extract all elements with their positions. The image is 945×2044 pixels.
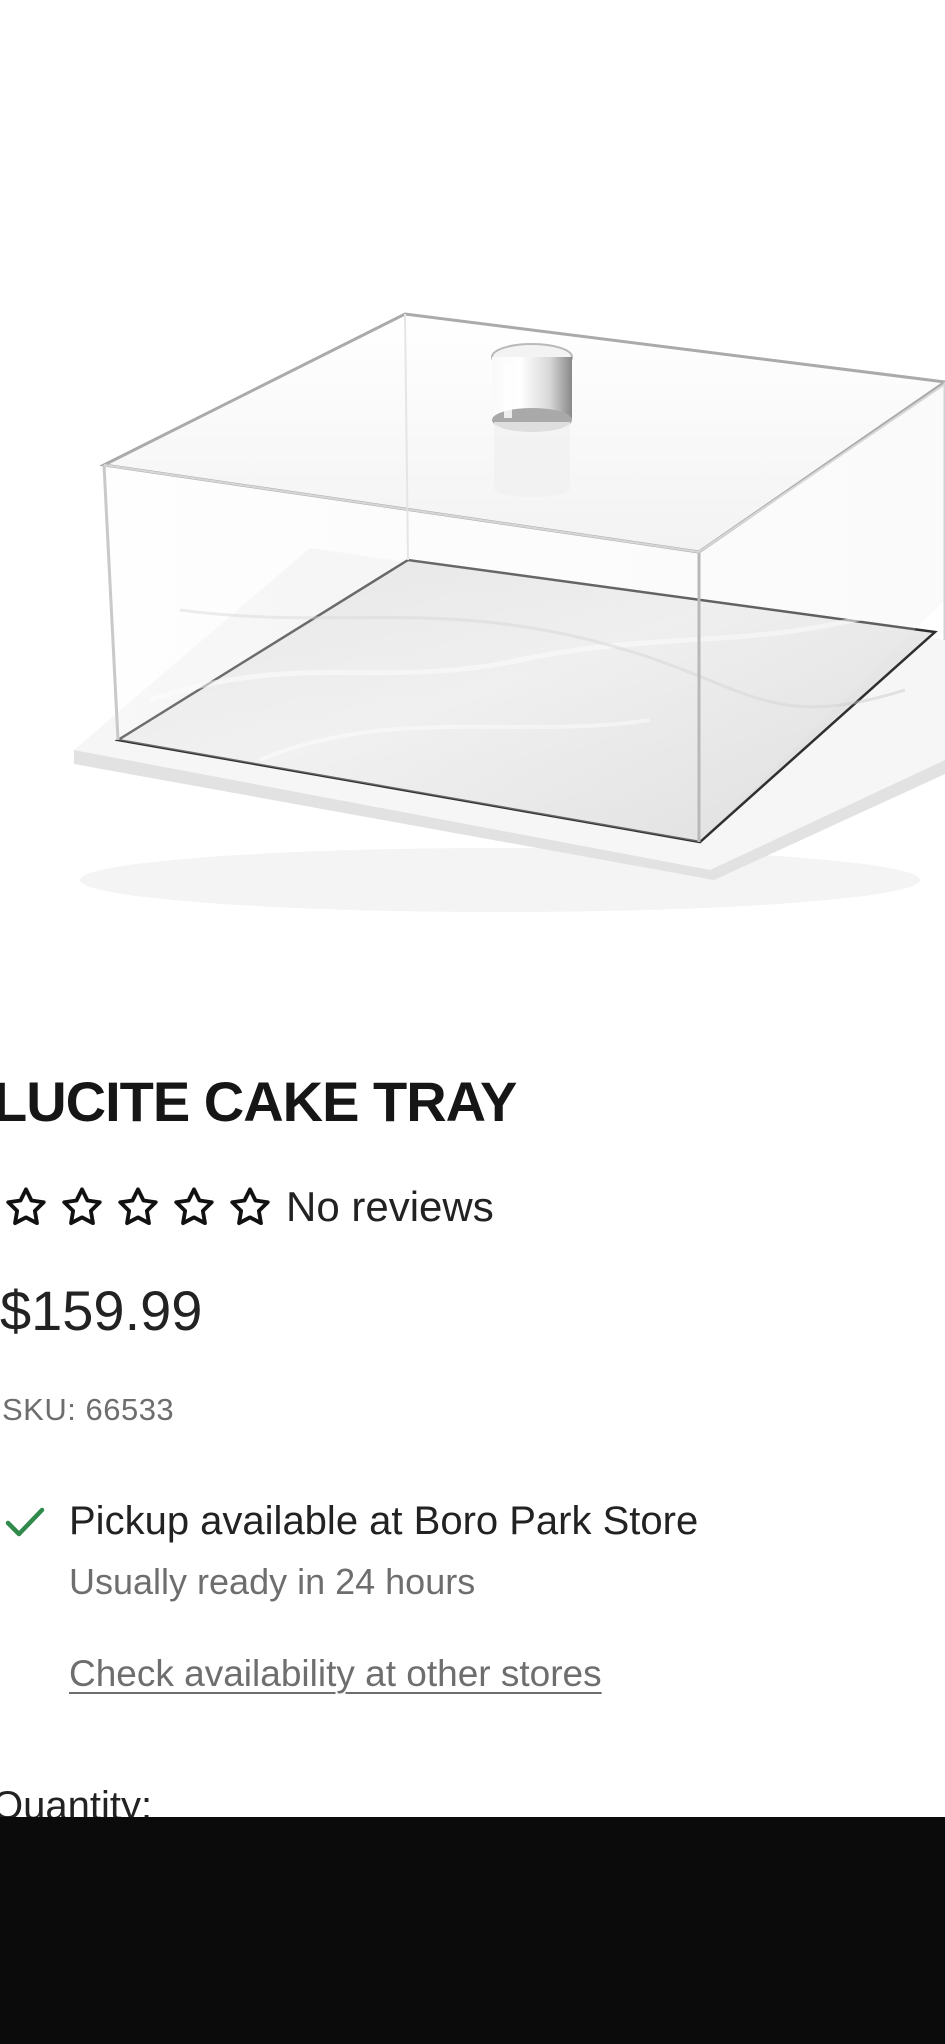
product-rating[interactable]: No reviews <box>0 1178 494 1236</box>
check-icon <box>4 1505 46 1541</box>
product-sku: SKU: 66533 <box>2 1392 175 1427</box>
pickup-ready-time: Usually ready in 24 hours <box>69 1561 476 1602</box>
star-outline-icon <box>114 1183 162 1231</box>
pickup-title: Pickup available at Boro Park Store <box>69 1499 699 1543</box>
bottom-system-overlay <box>0 1817 945 2044</box>
quantity-label: Quantity: <box>0 1784 153 1817</box>
star-outline-icon <box>2 1183 50 1231</box>
product-image[interactable] <box>0 0 945 1000</box>
product-price: $159.99 <box>0 1279 203 1342</box>
product-title: LUCITE CAKE TRAY <box>0 1070 517 1133</box>
check-availability-link[interactable]: Check availability at other stores <box>69 1650 602 1698</box>
star-outline-icon <box>226 1183 274 1231</box>
review-count-link[interactable]: No reviews <box>286 1178 494 1236</box>
star-outline-icon <box>58 1183 106 1231</box>
star-outline-icon <box>170 1183 218 1231</box>
product-page: LUCITE CAKE TRAY No reviews $159.99 SKU:… <box>0 0 945 1817</box>
star-rating[interactable] <box>0 1183 282 1231</box>
